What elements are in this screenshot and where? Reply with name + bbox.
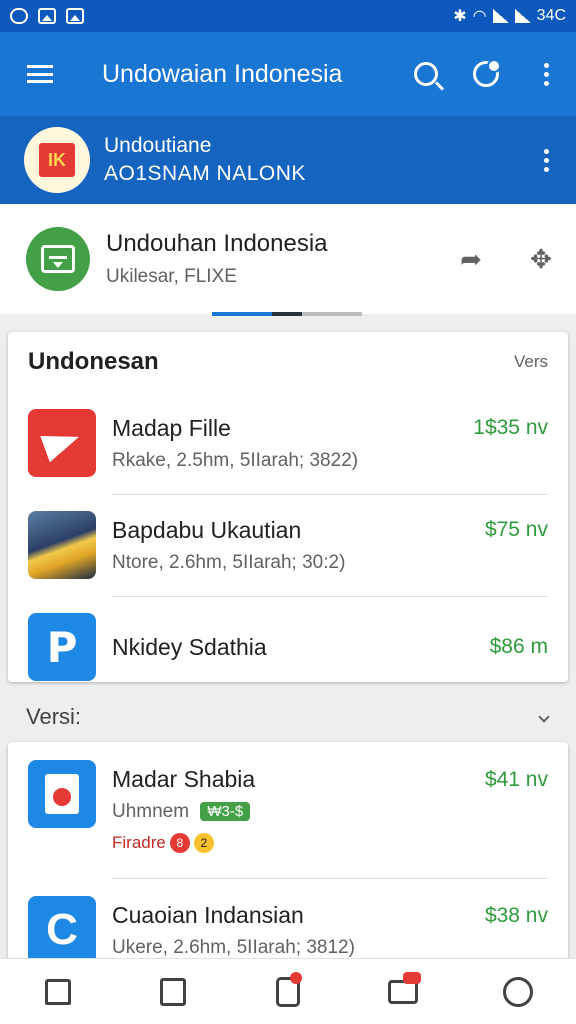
item-subtitle: Uhmnem ₩3-$ — [112, 801, 485, 823]
home-icon — [44, 978, 71, 1005]
item-badge: ₩3-$ — [200, 802, 251, 822]
item-price: 1$35 nv — [473, 416, 548, 439]
image-notification-icon — [38, 8, 56, 24]
section-card-undonesan: Undonesan Vers Madap Fille Rkake, 2.5hm,… — [8, 332, 568, 682]
item-price: $38 nv — [484, 904, 548, 927]
account-name: Undoutiane — [104, 134, 212, 157]
download-app-logo — [26, 227, 90, 291]
search-icon — [414, 62, 438, 86]
notification-badge — [403, 971, 422, 984]
item-subtitle-text: Uhmnem — [112, 801, 190, 822]
account-avatar: IK — [24, 127, 90, 193]
nav-chat[interactable] — [373, 962, 433, 1022]
item-subtitle: Ntore, 2.6hm, 5IIarah; 30:2) — [112, 551, 346, 573]
chevron-down-icon — [538, 711, 550, 723]
section-header-versi[interactable]: Versi: — [0, 692, 576, 742]
status-time: 34C — [536, 7, 566, 24]
paper-plane-icon — [28, 409, 96, 477]
item-title: Cuaoian Indansian — [112, 902, 304, 928]
nav-home[interactable] — [28, 962, 88, 1022]
notification-badge — [289, 971, 302, 984]
user-icon — [503, 976, 534, 1007]
item-title: Nkidey Sdathia — [112, 633, 267, 660]
account-header[interactable]: IK Undoutiane AO1SNAM NALONK — [0, 116, 576, 204]
more-options-button[interactable] — [516, 44, 576, 104]
app-header-subtitle: Ukilesar, FLIXE — [106, 266, 237, 287]
tool-icon: ✥ — [530, 243, 552, 274]
item-meta-text: Firadre — [112, 833, 166, 852]
photo-thumbnail — [28, 511, 96, 579]
share-button[interactable]: ➦ — [436, 244, 506, 275]
meta-badge-yellow: 2 — [193, 833, 214, 853]
list-item[interactable]: Bapdabu Ukautian Ntore, 2.6hm, 5IIarah; … — [8, 494, 568, 596]
c-letter-icon: C — [28, 896, 96, 964]
app-header-title: Undouhan Indonesia — [106, 230, 328, 257]
meta-badge-red: 8 — [169, 833, 190, 853]
bottom-navigation — [0, 958, 576, 1024]
chat-notification-icon — [10, 8, 28, 24]
nav-profile[interactable] — [488, 962, 548, 1022]
account-more-button[interactable] — [516, 148, 576, 172]
status-bar: ✱ ◠ 34C — [0, 0, 576, 32]
app-header-card: Undouhan Indonesia Ukilesar, FLIXE ➦ ✥ — [0, 204, 576, 314]
item-price: $75 nv — [484, 518, 548, 541]
bluetooth-icon: ✱ — [453, 8, 467, 25]
profile-icon — [473, 59, 501, 87]
wifi-icon: ◠ — [472, 8, 487, 25]
account-subtitle: AO1SNAM NALONK — [104, 162, 306, 185]
p-letter-icon: P — [28, 613, 96, 681]
settings-button[interactable]: ✥ — [506, 244, 576, 275]
signal-icon-2 — [514, 9, 531, 23]
signal-icon — [492, 9, 509, 23]
more-vert-icon — [543, 62, 549, 86]
gallery-notification-icon — [66, 8, 84, 24]
nav-phone[interactable] — [258, 962, 318, 1022]
item-subtitle: Rkake, 2.5hm, 5IIarah; 3822) — [112, 449, 359, 471]
section-more-link[interactable]: Vers — [514, 352, 548, 372]
nav-documents[interactable] — [143, 962, 203, 1022]
section-title: Versi: — [26, 704, 82, 729]
search-button[interactable] — [396, 44, 456, 104]
item-title: Madap Fille — [112, 414, 231, 441]
list-item[interactable]: Madar Shabia Uhmnem ₩3-$ Firadre 8 2 $41… — [8, 742, 568, 878]
house-icon — [28, 760, 96, 828]
section-card-versi: Madar Shabia Uhmnem ₩3-$ Firadre 8 2 $41… — [8, 742, 568, 982]
section-title: Undonesan — [28, 348, 159, 375]
profile-button[interactable] — [456, 44, 516, 104]
share-icon: ➦ — [460, 243, 482, 274]
tab-indicator — [212, 312, 362, 316]
list-item[interactable]: P Nkidey Sdathia $86 m — [8, 596, 568, 698]
item-subtitle: Ukere, 2.6hm, 5IIarah; 3812) — [112, 937, 355, 958]
item-title: Madar Shabia — [112, 766, 256, 792]
item-title: Bapdabu Ukautian — [112, 516, 302, 543]
app-bar: Undowaian Indonesia — [0, 32, 576, 116]
list-item[interactable]: Madap Fille Rkake, 2.5hm, 5IIarah; 3822)… — [8, 392, 568, 494]
menu-button[interactable] — [0, 32, 80, 116]
account-logo: IK — [39, 143, 75, 177]
menu-icon — [27, 65, 53, 83]
download-icon — [41, 245, 75, 273]
document-icon — [159, 977, 186, 1006]
item-price: $86 m — [489, 635, 548, 658]
item-meta: Firadre 8 2 — [112, 833, 485, 853]
item-price: $41 nv — [484, 768, 548, 791]
more-vert-icon — [543, 148, 549, 172]
app-title: Undowaian Indonesia — [102, 59, 343, 88]
